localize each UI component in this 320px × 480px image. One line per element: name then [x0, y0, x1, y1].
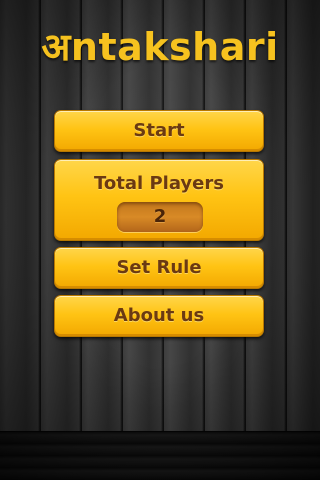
start-button[interactable]: Start: [54, 110, 264, 152]
total-players-label: Total Players: [94, 173, 224, 194]
main-menu-screen: अntakshari Start Total Players 2 Set Rul…: [0, 0, 320, 480]
game-title: अntakshari: [41, 25, 279, 69]
total-players-count-button[interactable]: 2: [117, 202, 203, 232]
total-players-panel: Total Players 2: [54, 159, 264, 241]
about-us-button[interactable]: About us: [54, 295, 264, 337]
floor-texture: [0, 431, 320, 480]
set-rule-button[interactable]: Set Rule: [54, 247, 264, 289]
